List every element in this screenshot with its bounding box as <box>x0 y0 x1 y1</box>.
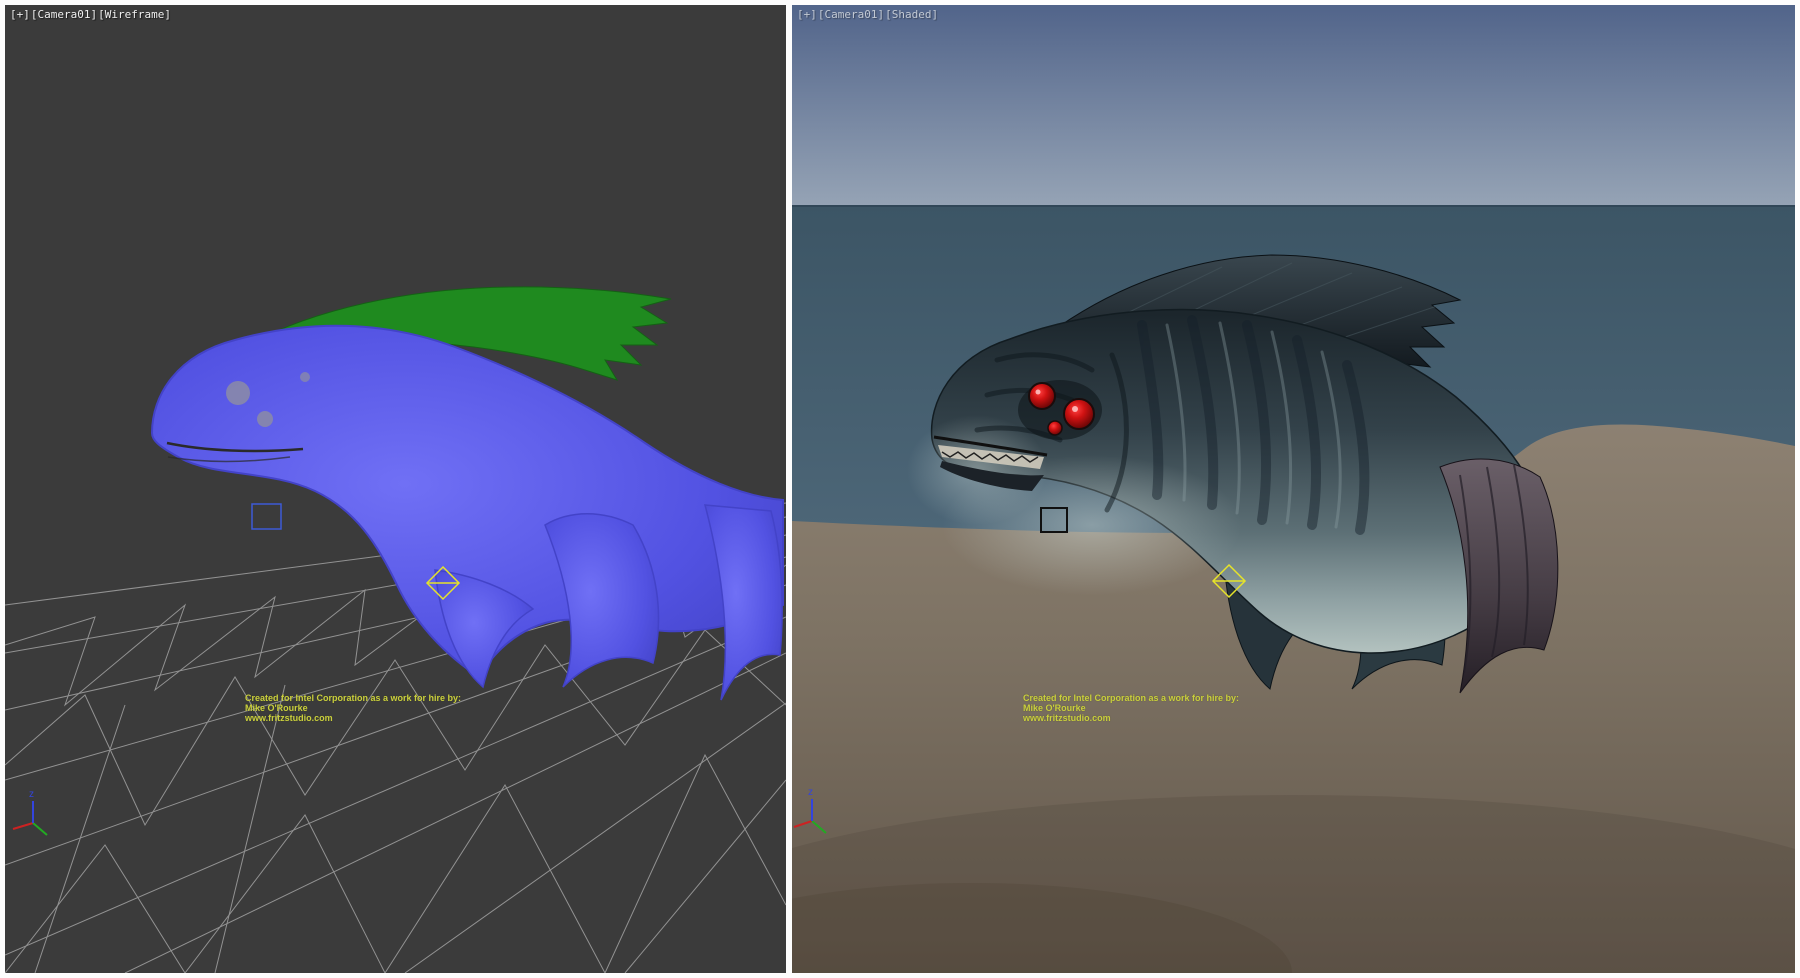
viewport-split-screen: z [+][Camera01][Wireframe] Created for I… <box>0 0 1800 978</box>
eye-highlight <box>1072 406 1078 412</box>
credit-line: Mike O'Rourke <box>245 703 461 713</box>
credit-line: Created for Intel Corporation as a work … <box>245 693 461 703</box>
viewport-label: [+][Camera01][Shaded] <box>797 8 939 21</box>
viewport-menu-shading[interactable]: [Shaded] <box>885 8 938 21</box>
wireframe-scene: z <box>5 5 786 973</box>
viewport-menu-pov[interactable]: [Camera01] <box>818 8 884 21</box>
axis-z-label: z <box>29 789 34 800</box>
viewport-menu-general[interactable]: [+] <box>10 8 30 21</box>
credit-line: Created for Intel Corporation as a work … <box>1023 693 1239 703</box>
credit-line: Mike O'Rourke <box>1023 703 1239 713</box>
eye <box>1048 421 1062 435</box>
viewport-menu-shading[interactable]: [Wireframe] <box>98 8 171 21</box>
horizon-line <box>792 205 1795 207</box>
eye-spot <box>300 372 310 382</box>
credit-text: Created for Intel Corporation as a work … <box>245 693 461 723</box>
sky <box>792 5 1795 205</box>
viewport-menu-general[interactable]: [+] <box>797 8 817 21</box>
viewport-shaded[interactable]: z [+][Camera01][Shaded] Created for Inte… <box>792 5 1795 973</box>
credit-text: Created for Intel Corporation as a work … <box>1023 693 1239 723</box>
shaded-scene: z <box>792 5 1795 973</box>
credit-line: www.fritzstudio.com <box>245 713 461 723</box>
axis-z-label: z <box>808 787 813 798</box>
viewport-menu-pov[interactable]: [Camera01] <box>31 8 97 21</box>
viewport-label: [+][Camera01][Wireframe] <box>10 8 172 21</box>
eye <box>1064 399 1094 429</box>
eye-spot <box>257 411 273 427</box>
eye-spot <box>226 381 250 405</box>
eye-highlight <box>1036 390 1041 395</box>
viewport-wireframe[interactable]: z [+][Camera01][Wireframe] Created for I… <box>5 5 786 973</box>
eye <box>1029 383 1055 409</box>
credit-line: www.fritzstudio.com <box>1023 713 1239 723</box>
